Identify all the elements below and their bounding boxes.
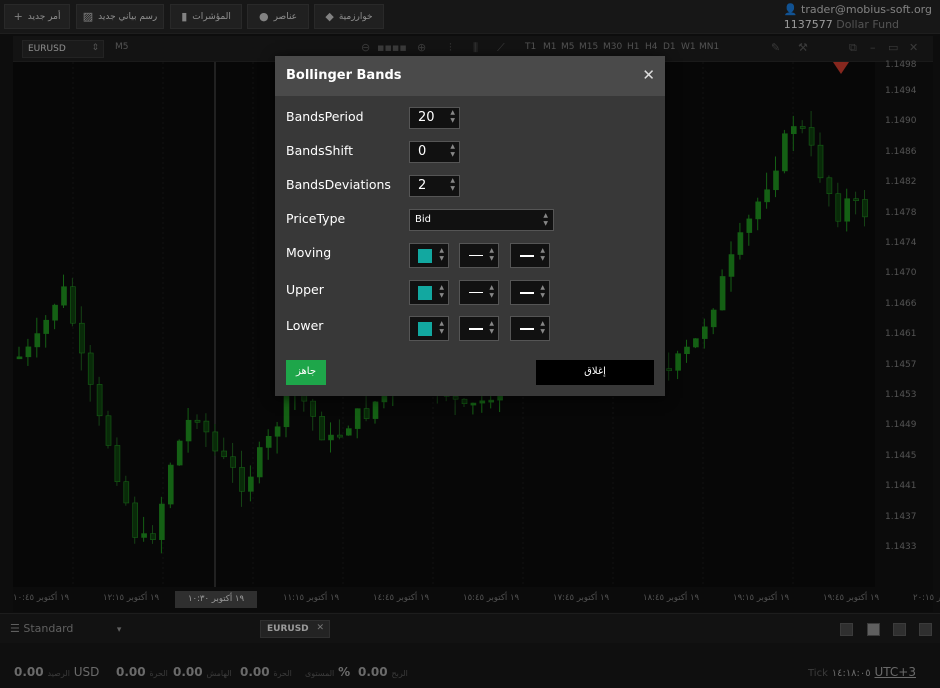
chevron-updown-icon: ▲ ▼	[543, 212, 548, 227]
dialog-header: Bollinger Bands ✕	[275, 56, 665, 96]
color-swatch	[418, 249, 432, 263]
moving-style-select[interactable]: ▲ ▼	[459, 243, 499, 268]
bands-shift-label: BandsShift	[286, 143, 354, 158]
bands-period-value: 20	[418, 110, 435, 125]
stepper-icon: ▲ ▼	[439, 247, 444, 262]
stepper-icon: ▲ ▼	[439, 320, 444, 335]
stepper-icon: ▲ ▼	[540, 320, 545, 335]
bands-deviations-label: BandsDeviations	[286, 177, 391, 192]
upper-label: Upper	[286, 282, 324, 297]
upper-style-select[interactable]: ▲ ▼	[459, 280, 499, 305]
bands-deviations-input[interactable]: 2 ▲ ▼	[409, 175, 460, 197]
stepper-icon[interactable]: ▲ ▼	[450, 109, 455, 125]
moving-color-picker[interactable]: ▲ ▼	[409, 243, 449, 268]
line-style-icon	[469, 292, 483, 293]
bands-shift-input[interactable]: 0 ▲ ▼	[409, 141, 460, 163]
price-type-select[interactable]: Bid ▲ ▼	[409, 209, 554, 231]
stepper-icon: ▲ ▼	[489, 247, 494, 262]
ok-button[interactable]: جاهز	[286, 360, 326, 385]
stepper-icon[interactable]: ▲ ▼	[450, 143, 455, 159]
bands-period-label: BandsPeriod	[286, 109, 364, 124]
close-icon[interactable]: ✕	[642, 66, 655, 84]
bands-deviations-value: 2	[418, 178, 427, 193]
stepper-icon: ▲ ▼	[489, 284, 494, 299]
line-width-icon	[520, 255, 534, 257]
upper-color-picker[interactable]: ▲ ▼	[409, 280, 449, 305]
color-swatch	[418, 286, 432, 300]
stepper-icon: ▲ ▼	[439, 284, 444, 299]
bands-period-input[interactable]: 20 ▲ ▼	[409, 107, 460, 129]
moving-width-select[interactable]: ▲ ▼	[510, 243, 550, 268]
stepper-icon: ▲ ▼	[489, 320, 494, 335]
line-style-icon	[469, 328, 483, 330]
line-width-icon	[520, 292, 534, 294]
line-width-icon	[520, 328, 534, 330]
bollinger-bands-dialog: Bollinger Bands ✕ BandsPeriod 20 ▲ ▼ Band…	[275, 56, 665, 396]
lower-label: Lower	[286, 318, 324, 333]
price-type-value: Bid	[415, 214, 431, 225]
bands-shift-value: 0	[418, 144, 427, 159]
stepper-icon: ▲ ▼	[540, 284, 545, 299]
color-swatch	[418, 322, 432, 336]
stepper-icon: ▲ ▼	[540, 247, 545, 262]
dialog-title: Bollinger Bands	[286, 68, 402, 83]
stepper-icon[interactable]: ▲ ▼	[450, 177, 455, 193]
price-type-label: PriceType	[286, 211, 346, 226]
line-style-icon	[469, 255, 483, 256]
moving-label: Moving	[286, 245, 332, 260]
lower-color-picker[interactable]: ▲ ▼	[409, 316, 449, 341]
lower-style-select[interactable]: ▲ ▼	[459, 316, 499, 341]
upper-width-select[interactable]: ▲ ▼	[510, 280, 550, 305]
lower-width-select[interactable]: ▲ ▼	[510, 316, 550, 341]
close-button[interactable]: إغلاق	[536, 360, 654, 385]
